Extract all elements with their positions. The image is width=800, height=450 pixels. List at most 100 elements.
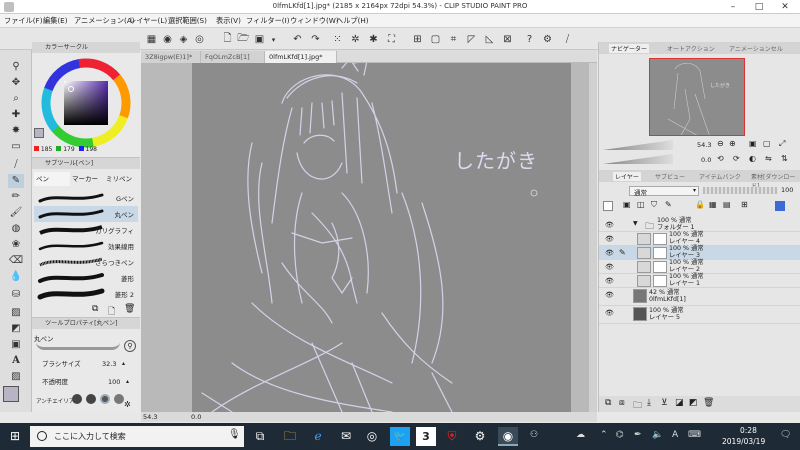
fill-tool-icon[interactable]: ⛁	[8, 288, 24, 302]
menu-animation[interactable]: アニメーション(A)	[74, 16, 135, 26]
selection-tool-icon[interactable]: ▭	[8, 140, 24, 154]
ime-indicator[interactable]: A	[672, 430, 678, 440]
rotate-slider[interactable]	[603, 154, 673, 164]
menu-file[interactable]: ファイル(F)	[4, 16, 43, 26]
nav-zoom-value[interactable]: 54.3	[697, 141, 711, 149]
antialias-none-icon[interactable]	[72, 394, 82, 404]
subtool-tab-millipen[interactable]: ミリペン	[104, 172, 138, 186]
eyedropper-tool-icon[interactable]: ⧸	[8, 158, 24, 172]
clip-studio-taskbar-icon[interactable]: ◎	[362, 427, 382, 446]
brush-effect-line[interactable]: 効果線用	[34, 238, 138, 254]
transfer-down-icon[interactable]: ⤓	[647, 398, 651, 408]
selection-marquee-icon[interactable]: ⁙	[330, 32, 345, 47]
zoom-out-icon[interactable]: ⊖	[717, 139, 724, 148]
layer-color-swatch[interactable]	[775, 201, 785, 211]
notification-icon[interactable]: 🗨	[780, 430, 791, 440]
pen-tool-icon[interactable]: ✎	[8, 174, 24, 188]
crop-icon[interactable]: ⌗	[446, 32, 461, 47]
mcafee-icon[interactable]: ⛨	[442, 427, 462, 446]
subtool-tab-pen[interactable]: ペン	[34, 172, 70, 186]
main-color-swatch[interactable]	[3, 386, 19, 402]
eye-icon[interactable]: 👁	[605, 235, 614, 243]
clock-date[interactable]: 2019/03/19	[722, 437, 765, 446]
decoration-tool-icon[interactable]: ❀	[8, 238, 24, 252]
deselect-icon[interactable]: ▢	[428, 32, 443, 47]
layer-row[interactable]: 👁 100 % 通常 レイヤー 4	[599, 231, 800, 246]
opacity-value[interactable]: 100	[108, 378, 120, 386]
doc-tab-1[interactable]: 3Z8igpw(E)1]*	[141, 51, 201, 63]
microphone-icon[interactable]: 🎙	[228, 429, 241, 440]
eye-icon[interactable]: 👁	[605, 277, 614, 285]
rotate-right-icon[interactable]: ⟳	[733, 154, 740, 163]
menu-filter[interactable]: フィルター(I)	[246, 16, 290, 26]
menu-window[interactable]: ウィンドウ(W)	[290, 16, 339, 26]
taskbar-search[interactable]: ここに入力して検索 🎙	[30, 426, 244, 447]
undo-icon[interactable]: ↶	[290, 32, 305, 47]
mask-enable-icon[interactable]: ▤	[723, 200, 731, 209]
close-icon[interactable]: ✕	[772, 0, 798, 14]
layer-row[interactable]: 👁 42 % 通常 0lfmLKfd[1]	[599, 288, 800, 306]
new-folder-icon[interactable]: 🗀	[633, 398, 642, 414]
reset-view-icon[interactable]: ⤢	[779, 139, 785, 149]
zoom-readout[interactable]: 54.3	[143, 412, 157, 422]
blend-tool-icon[interactable]: 💧	[8, 270, 24, 284]
layer-opacity-value[interactable]: 100	[781, 186, 793, 194]
keyboard-icon[interactable]: ⌨	[688, 430, 701, 440]
move-tool-icon[interactable]: ✥	[8, 76, 24, 90]
layer-row[interactable]: 👁 100 % 通常 レイヤー 5	[599, 306, 800, 324]
tab-navigator[interactable]: ナビゲーター	[609, 44, 650, 53]
layer-row-selected[interactable]: 👁 ✎ 100 % 通常 レイヤー 3	[599, 245, 800, 260]
brush-g-pen[interactable]: Gペン	[34, 190, 138, 206]
network-icon[interactable]: ⌬	[616, 430, 624, 440]
canvas-vertical-scrollbar[interactable]	[589, 63, 597, 412]
brush-tool-icon[interactable]: 🖌	[8, 206, 24, 220]
open-file-icon[interactable]: 🗁	[236, 32, 251, 47]
layer-color-icon[interactable]	[603, 201, 613, 211]
navigator-preview[interactable]: したがき	[649, 58, 745, 136]
delete-subtool-icon[interactable]: 🗑	[124, 304, 135, 314]
twitter-icon[interactable]: 🐦	[390, 427, 410, 446]
tab-layer[interactable]: レイヤー	[613, 172, 641, 181]
wrench-icon[interactable]: ✲	[124, 400, 131, 409]
snap-grid-icon[interactable]: ⊠	[500, 32, 515, 47]
mask-icon[interactable]: ▣	[623, 200, 631, 209]
auto-select-icon[interactable]: ✸	[8, 124, 24, 138]
angle-readout[interactable]: 0.0	[191, 412, 201, 422]
eye-icon[interactable]: 👁	[605, 309, 614, 317]
settings-icon[interactable]: ⚙	[540, 32, 555, 47]
create-mask-icon[interactable]: ◪	[675, 398, 684, 408]
layer-row[interactable]: 👁 100 % 通常 レイヤー 2	[599, 259, 800, 274]
balloon-tool-icon[interactable]: ▨	[8, 370, 24, 384]
nav-angle-value[interactable]: 0.0	[701, 156, 711, 164]
dragon-icon[interactable]: ◎	[192, 32, 207, 47]
clip-studio-assets-icon[interactable]: ◉	[160, 32, 175, 47]
snap-ruler-icon[interactable]: ◸	[464, 32, 479, 47]
help-icon[interactable]: ?	[522, 32, 537, 47]
reference-layer-icon[interactable]: ⛉	[651, 200, 657, 210]
clip-studio-icon[interactable]: ▦	[144, 32, 159, 47]
windows-start-icon[interactable]: ⊞	[5, 427, 25, 446]
antialias-strong-icon[interactable]	[114, 394, 124, 404]
zoom-tool-icon[interactable]: ⚲	[8, 60, 24, 74]
brush-diamond-2[interactable]: 菱形 2	[34, 286, 138, 302]
apply-mask-icon[interactable]: ◩	[689, 398, 698, 408]
chevron-up-icon[interactable]: ⌃	[600, 430, 608, 440]
antialias-weak-icon[interactable]	[86, 394, 96, 404]
lock-icon[interactable]: 🔒	[695, 200, 705, 209]
onedrive-icon[interactable]: ☁	[576, 430, 585, 440]
layer-move-icon[interactable]: ⊞	[741, 200, 748, 209]
tab-subview[interactable]: サブビュー	[655, 172, 685, 181]
rotate-reset-icon[interactable]: ◐	[749, 154, 756, 163]
menu-selection[interactable]: 選択範囲(S)	[168, 16, 207, 26]
tab-animation-cel[interactable]: アニメーションセル	[729, 44, 783, 53]
zoom-slider[interactable]	[603, 140, 673, 150]
opacity-spinner-icon[interactable]: ▴	[126, 378, 129, 385]
edge-icon[interactable]: ℯ	[308, 427, 328, 446]
opacity-slider[interactable]	[703, 187, 777, 194]
save-dropdown-icon[interactable]: ▾	[266, 32, 281, 47]
app-3-icon[interactable]: 3	[416, 427, 436, 446]
doc-tab-3[interactable]: 0lfmLKfd[1].jpg*	[265, 51, 337, 63]
actual-size-icon[interactable]: ▢	[763, 139, 771, 148]
minimize-icon[interactable]: –	[720, 0, 746, 14]
brush-round-pen[interactable]: 丸ペン	[34, 206, 138, 222]
